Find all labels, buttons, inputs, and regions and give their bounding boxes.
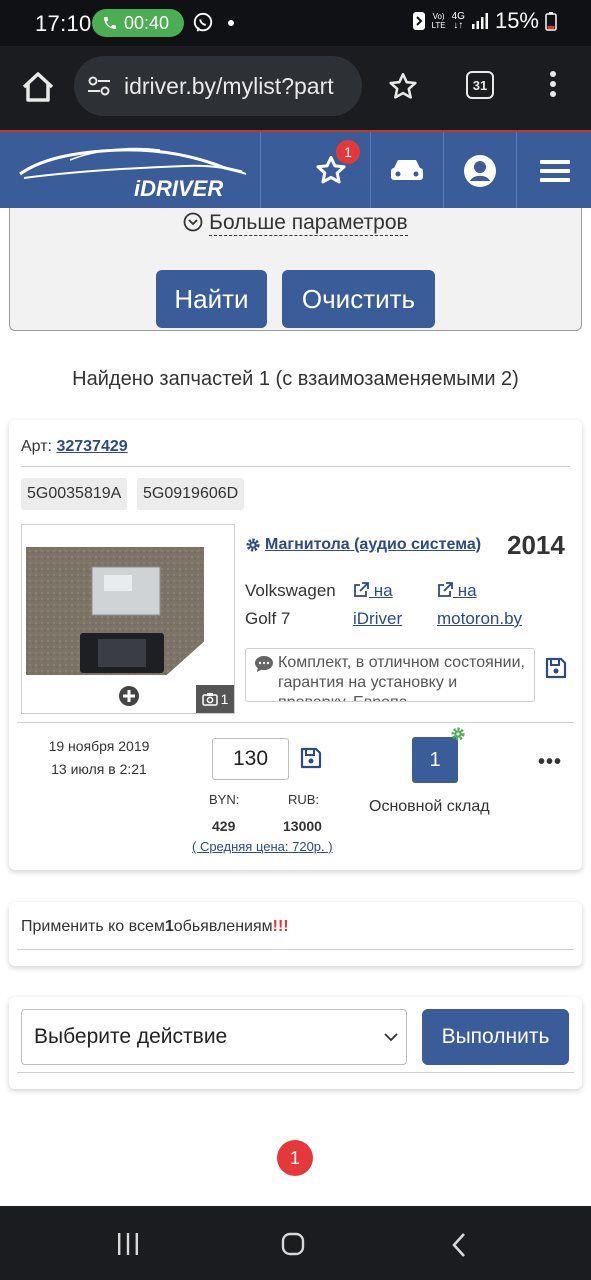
chevron-down-icon (384, 1033, 398, 1042)
art-number-link[interactable]: 32737429 (56, 438, 127, 455)
address-bar[interactable]: idriver.by/mylist?part (74, 56, 362, 116)
byn-label: BYN: (209, 792, 240, 807)
browser-menu-icon[interactable] (544, 68, 562, 108)
apply-all-panel: Применить ко всем1обьявлениям!!! (9, 902, 582, 966)
warehouse-settings-icon[interactable] (450, 726, 466, 742)
notification-dot (228, 20, 234, 26)
system-nav-bar (0, 1206, 591, 1280)
account-button[interactable] (445, 132, 515, 210)
chevron-down-circle-icon (183, 212, 203, 232)
status-time: 17:10 (35, 11, 92, 36)
hamburger-menu-button[interactable] (518, 132, 591, 210)
url-text: idriver.by/mylist?part (124, 72, 334, 99)
date-created: 19 ноября 2019 (48, 738, 150, 754)
link-idriver[interactable]: на (353, 581, 393, 601)
logo-text: iDRIVER (134, 176, 223, 201)
tab-switcher-button[interactable]: 31 (466, 71, 494, 99)
home-icon[interactable] (18, 67, 58, 107)
site-header: iDRIVER 1 (0, 130, 591, 210)
bulk-action-panel: Выберите действие Выполнить (9, 997, 582, 1089)
add-photo-icon[interactable] (118, 685, 140, 707)
camera-icon (201, 693, 218, 706)
save-comment-icon[interactable] (545, 657, 567, 679)
status-right: Vo) LTE 4G ↓↑ 15% (412, 8, 557, 34)
nfc-icon (412, 12, 425, 30)
signal-icon (471, 13, 488, 29)
call-timer: 00:40 (124, 12, 170, 33)
results-count: Найдено запчастей 1 (с взаимозаменяемыми… (72, 368, 519, 390)
status-bar: 17:10 00:40 Vo) LTE 4G ↓↑ 15% (0, 0, 591, 46)
car-model: Golf 7 (245, 609, 291, 628)
external-link-icon (438, 582, 453, 597)
volte-indicator: Vo) LTE (431, 12, 446, 30)
car-icon (391, 160, 423, 180)
link-idriver-label[interactable]: iDriver (353, 609, 402, 629)
idriver-logo[interactable]: iDRIVER (10, 138, 250, 204)
back-nav-icon[interactable] (450, 1232, 468, 1258)
link-motoron-label[interactable]: motoron.by (437, 609, 522, 629)
price-byn: 429 (212, 818, 236, 834)
menu-icon (539, 160, 570, 182)
phone-icon (104, 17, 116, 29)
link-motoron[interactable]: на (437, 581, 477, 601)
part-year: 2014 (507, 530, 565, 560)
favorites-button[interactable]: 1 (296, 132, 366, 210)
call-indicator[interactable]: 00:40 (92, 9, 184, 37)
art-line: Арт: 32737429 (21, 438, 128, 455)
page-content: Больше параметров Найти Очистить Найдено… (0, 208, 591, 1206)
battery-icon (545, 12, 557, 31)
apply-all-text: Применить ко всем1обьявлениям!!! (21, 918, 289, 935)
viber-icon (193, 12, 213, 32)
pagination-current-page[interactable]: 1 (277, 1140, 313, 1176)
bookmark-star-icon[interactable] (386, 70, 420, 104)
save-price-icon[interactable] (300, 747, 322, 769)
gear-icon (246, 538, 260, 552)
action-select[interactable]: Выберите действие (21, 1009, 407, 1065)
date-updated: 13 июля в 2:21 (51, 761, 147, 777)
favorites-badge: 1 (336, 140, 360, 164)
price-input[interactable]: 130 (212, 738, 289, 780)
price-rub: 13000 (283, 818, 322, 834)
filter-panel: Больше параметров Найти Очистить (9, 208, 582, 331)
comment-icon (255, 656, 273, 672)
home-nav-icon[interactable] (281, 1232, 305, 1256)
clear-button[interactable]: Очистить (282, 270, 435, 328)
recent-apps-icon[interactable] (116, 1232, 140, 1256)
find-button[interactable]: Найти (156, 270, 267, 328)
network-type: 4G ↓↑ (451, 11, 465, 31)
part-photo[interactable]: 1 (21, 524, 235, 714)
site-settings-icon[interactable] (86, 73, 112, 99)
more-params-toggle[interactable]: Больше параметров (10, 211, 581, 236)
comment-field[interactable]: Комплект, в отличном состоянии, гарантия… (245, 648, 535, 702)
part-name-link[interactable]: Магнитола (аудио система) (245, 536, 481, 554)
average-price-link[interactable]: ( Средняя цена: 720р. ) (192, 839, 333, 854)
part-card: Арт: 32737429 5G0035819A 5G0919606D 1 Ма… (9, 420, 582, 870)
execute-button[interactable]: Выполнить (422, 1009, 569, 1065)
battery-percent: 15% (494, 8, 539, 33)
user-icon (464, 155, 496, 187)
oem-code: 5G0919606D (137, 478, 245, 510)
browser-toolbar: idriver.by/mylist?part 31 (0, 46, 591, 130)
garage-button[interactable] (372, 132, 442, 210)
oem-code: 5G0035819A (21, 478, 128, 510)
quantity-button[interactable]: 1 (412, 737, 458, 783)
car-brand: Volkswagen (245, 581, 336, 600)
external-link-icon (354, 582, 369, 597)
warehouse-name: Основной склад (369, 798, 490, 815)
rub-label: RUB: (288, 792, 320, 807)
photo-count: 1 (196, 685, 234, 713)
more-actions-button[interactable]: ••• (538, 751, 562, 774)
